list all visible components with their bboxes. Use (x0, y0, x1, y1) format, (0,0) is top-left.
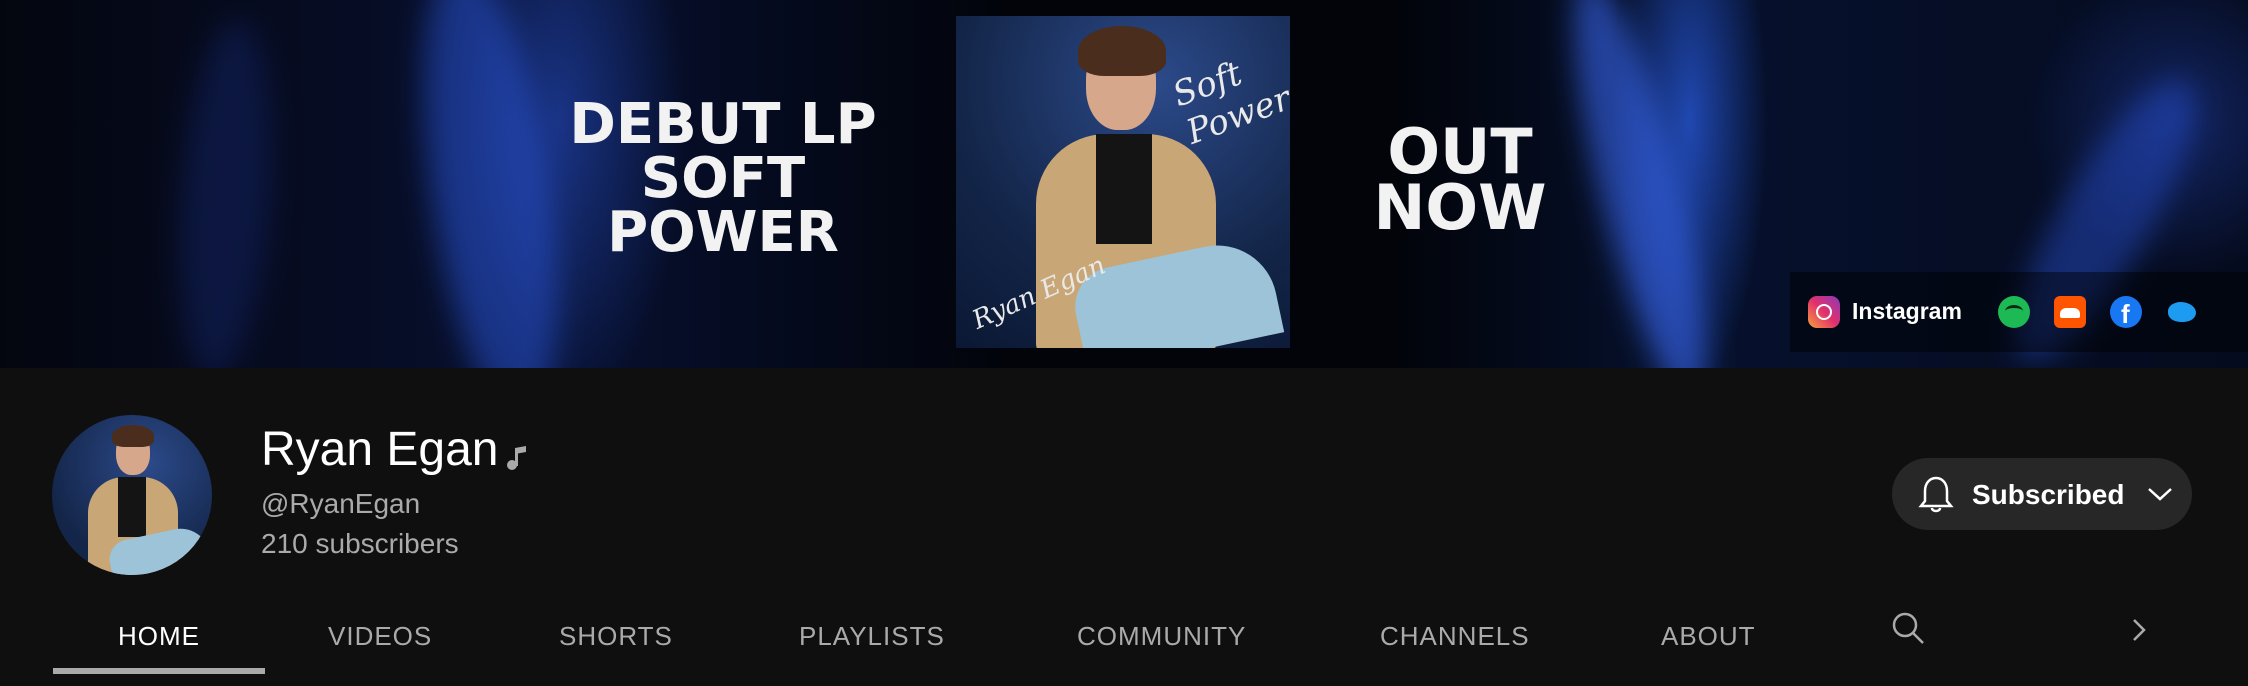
tab-about[interactable]: ABOUT (1661, 586, 1756, 676)
banner-promo-left: DEBUT LP SOFT POWER (569, 92, 877, 265)
instagram-icon[interactable] (1808, 296, 1840, 328)
tab-community[interactable]: COMMUNITY (1077, 586, 1246, 676)
subscriber-count: 210 subscribers (261, 528, 459, 559)
music-note-icon (507, 446, 526, 470)
chevron-right-icon[interactable] (2126, 612, 2152, 648)
channel-avatar[interactable] (52, 415, 212, 575)
search-icon[interactable] (1890, 610, 1926, 646)
banner-drape (1547, 0, 1733, 368)
banner-drape (398, 0, 582, 368)
subscribed-label: Subscribed (1972, 479, 2125, 510)
banner-promo-right: OUT NOW (1373, 115, 1547, 244)
banner-links: Instagram (1790, 272, 2248, 352)
tab-shorts[interactable]: SHORTS (559, 586, 673, 676)
channel-name: Ryan Egan (261, 423, 499, 476)
tab-playlists[interactable]: PLAYLISTS (799, 586, 945, 676)
soundcloud-icon[interactable] (2054, 296, 2086, 328)
banner-drape (167, 17, 283, 368)
spotify-icon[interactable] (1998, 296, 2030, 328)
twitter-icon[interactable] (2166, 296, 2198, 328)
channel-handle: @RyanEgan (261, 488, 421, 519)
channel-banner: DEBUT LP SOFT POWER Soft Power Ryan Egan… (0, 0, 2248, 368)
bell-icon (1918, 476, 1954, 513)
facebook-icon[interactable] (2110, 296, 2142, 330)
tab-home[interactable]: HOME (118, 586, 200, 676)
album-cover: Soft Power Ryan Egan (956, 16, 1290, 348)
album-title-signature: Soft Power (1167, 53, 1290, 153)
active-tab-indicator (53, 668, 265, 674)
subscribed-button[interactable]: Subscribed (1892, 458, 2192, 530)
tab-videos[interactable]: VIDEOS (328, 586, 432, 676)
chevron-down-icon (2148, 488, 2172, 501)
instagram-link[interactable]: Instagram (1852, 298, 1962, 325)
tab-channels[interactable]: CHANNELS (1380, 586, 1530, 676)
